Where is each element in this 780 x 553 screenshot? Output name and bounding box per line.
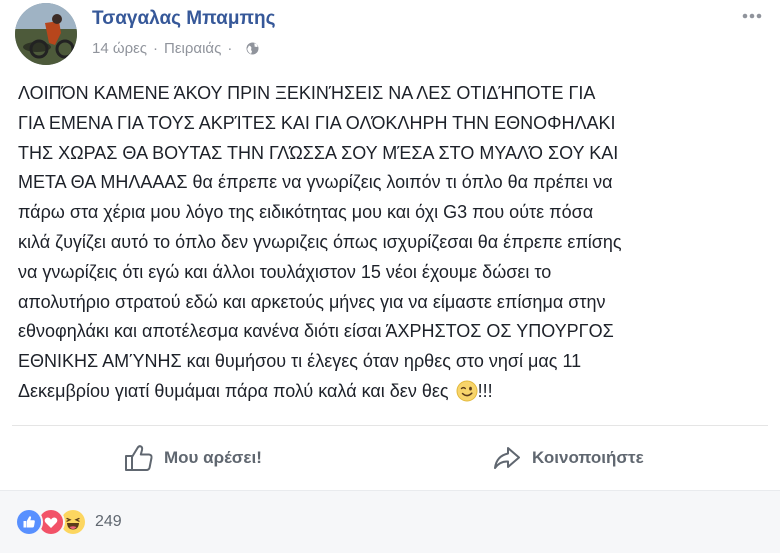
post-text-line: απολυτήριο στρατού εδώ και αρκετούς μήνε… <box>18 291 606 312</box>
post-header: Τσαγαλας Μπαμπης 14 ώρες · Πειραιάς · <box>0 0 780 70</box>
meta-separator: · <box>153 40 159 57</box>
post-text-line: να γνωρίζεις ότι εγώ και άλλοι τουλάχιστ… <box>18 261 552 282</box>
post-text-last-line: Δεκεμβρίου γιατί θυμάμαι πάρα πολύ καλά … <box>18 377 768 407</box>
reactions-summary[interactable]: 249 <box>15 508 122 536</box>
post-location[interactable]: Πειραιάς <box>164 40 221 57</box>
post-actions: Μου αρέσει! Κοινοποιήστε <box>0 426 780 490</box>
post-text-line: ΜΕΤΑ ΘΑ ΜΗΛΑΑΑΣ θα έπρεπε να γνωρίζεις λ… <box>18 172 613 193</box>
like-reaction-icon <box>15 508 43 536</box>
post-text-line: ΤΗΣ ΧΩΡΑΣ ΘΑ ΒΟΥΤΑΣ ΤΗΝ ΓΛΏΣΣΑ ΣΟΥ ΜΈΣΑ … <box>18 142 619 163</box>
post-text-line: πάρω στα χέρια μου λόγο της ειδικότητας … <box>18 202 594 223</box>
like-button-label: Μου αρέσει! <box>164 448 262 467</box>
post-text-last-line-text: Δεκεμβρίου γιατί θυμάμαι πάρα πολύ καλά … <box>18 380 449 401</box>
post-text-line: εθνοφηλάκι και αποτέλεσμα κανένα διότι ε… <box>18 321 614 342</box>
post-time[interactable]: 14 ώρες <box>92 40 147 57</box>
wink-emoji-icon <box>456 380 478 402</box>
post-meta: 14 ώρες · Πειραιάς · <box>92 40 259 57</box>
share-button-label: Κοινοποιήστε <box>532 448 644 467</box>
thumbs-up-icon <box>125 445 153 471</box>
post-text-line: κιλά ζυγίζει αυτό το όπλο δεν γνωριζεις … <box>18 231 622 252</box>
post-text-line: ΓΙΑ ΕΜΕΝΑ ΓΙΑ ΤΟΥΣ ΑΚΡΊΤΕΣ ΚΑΙ ΓΙΑ ΟΛΌΚΛ… <box>18 112 616 133</box>
reactions-footer: 249 <box>0 490 780 553</box>
post-text-line: ΛΟΙΠΌΝ ΚΑΜΕΝΕ ΆΚΟΥ ΠΡΙΝ ΞΕΚΙΝΉΣΕΙΣ ΝΑ ΛΕ… <box>18 83 596 103</box>
globe-icon[interactable] <box>246 42 259 55</box>
author-avatar[interactable] <box>15 3 77 65</box>
post-body: ΛΟΙΠΌΝ ΚΑΜΕΝΕ ΆΚΟΥ ΠΡΙΝ ΞΕΚΙΝΉΣΕΙΣ ΝΑ ΛΕ… <box>18 79 768 407</box>
meta-separator-2: · <box>227 40 233 57</box>
author-name[interactable]: Τσαγαλας Μπαμπης <box>92 8 275 30</box>
share-arrow-icon <box>494 447 520 469</box>
reaction-count[interactable]: 249 <box>95 513 122 531</box>
post-text-suffix: !!! <box>477 380 493 401</box>
post-text-line: ΕΘΝΙΚΗΣ ΑΜΎΝΗΣ και θυμήσου τι έλεγες ότα… <box>18 351 582 372</box>
more-options-icon[interactable] <box>738 6 766 26</box>
facebook-post: Τσαγαλας Μπαμπης 14 ώρες · Πειραιάς · ΛΟ… <box>0 0 780 553</box>
share-button[interactable]: Κοινοποιήστε <box>492 426 644 490</box>
like-button[interactable]: Μου αρέσει! <box>124 426 262 490</box>
